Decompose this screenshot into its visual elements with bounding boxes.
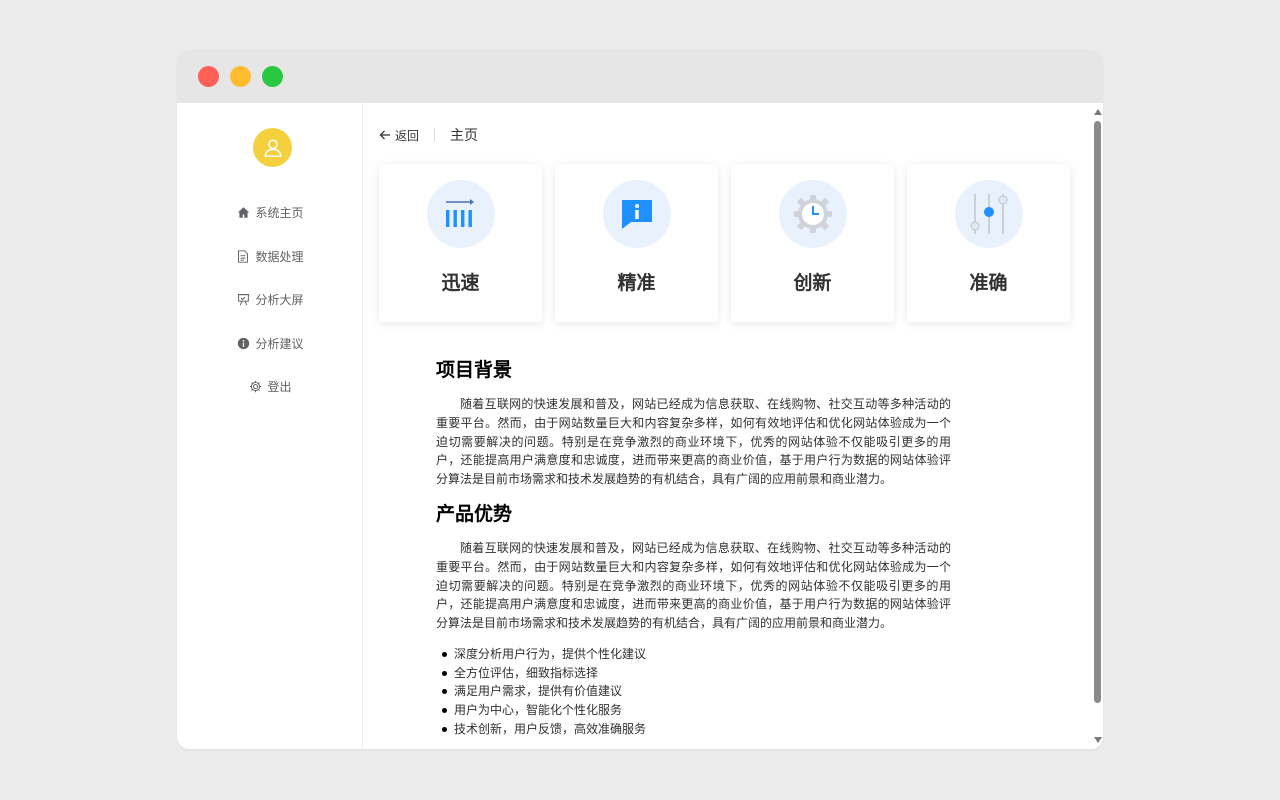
back-button[interactable]: 返回 [379,127,419,144]
back-label: 返回 [395,128,420,143]
scroll-down-arrow-icon[interactable] [1094,737,1102,743]
title-bar [177,50,1103,103]
maximize-window-button[interactable] [262,66,283,87]
feature-card-precision[interactable]: 精准 [555,164,718,322]
app-window: 系统主页 数据处理 分析大屏 分析建议 登出 返回 主页 迅速 精准 创新 准确… [177,50,1103,749]
main-content: 返回 主页 迅速 精准 创新 准确 项目背景 随着互联网的快速发展和普及，网站已… [364,103,1092,749]
section-heading-background: 项目背景 [436,359,513,381]
clock-gear-icon [778,180,847,248]
arrow-left-icon [379,130,390,140]
section-paragraph-background: 随着互联网的快速发展和普及，网站已经成为信息获取、在线购物、社交互动等多种活动的… [436,397,951,487]
section-paragraph-advantages: 随着互联网的快速发展和普及，网站已经成为信息获取、在线购物、社交互动等多种活动的… [436,540,951,631]
sidebar-item-suggestions[interactable]: 分析建议 [177,322,363,366]
feature-card-innovation[interactable]: 创新 [731,164,894,322]
feature-card-label: 迅速 [441,272,480,294]
list-item: 全方位评估，细致指标选择 [442,664,951,683]
feature-card-speed[interactable]: 迅速 [379,164,542,322]
close-window-button[interactable] [198,66,219,87]
sidebar-item-logout[interactable]: 登出 [177,365,363,409]
breadcrumb-divider [434,128,436,142]
sliders-icon [954,180,1023,248]
presentation-icon [236,293,250,307]
list-item: 用户为中心，智能化个性化服务 [442,701,951,720]
document-icon [236,249,250,263]
sidebar-item-dashboard[interactable]: 分析大屏 [177,278,363,322]
sidebar-item-label: 分析建议 [255,336,304,351]
user-icon [263,138,282,157]
sidebar-item-data-processing[interactable]: 数据处理 [177,235,363,279]
sidebar-item-label: 数据处理 [255,249,304,264]
feature-card-accuracy[interactable]: 准确 [907,164,1070,322]
list-item: 深度分析用户行为，提供个性化建议 [442,645,951,664]
minimize-window-button[interactable] [230,66,251,87]
section-heading-advantages: 产品优势 [436,502,513,525]
sidebar-menu: 系统主页 数据处理 分析大屏 分析建议 登出 [177,191,363,409]
avatar[interactable] [253,128,292,167]
article: 项目背景 随着互联网的快速发展和普及，网站已经成为信息获取、在线购物、社交互动等… [436,357,951,738]
feature-card-label: 准确 [969,272,1008,294]
info-icon [236,336,250,350]
feature-card-label: 创新 [793,272,832,294]
sidebar-item-label: 登出 [267,380,292,395]
sidebar-item-label: 分析大屏 [255,293,304,308]
page-title: 主页 [450,128,479,144]
vertical-scrollbar[interactable] [1092,103,1103,749]
scrollbar-thumb[interactable] [1094,121,1101,703]
feature-cards: 迅速 精准 创新 准确 [379,164,1070,322]
scroll-up-arrow-icon[interactable] [1094,109,1102,115]
breadcrumb: 返回 主页 [379,125,478,145]
sidebar: 系统主页 数据处理 分析大屏 分析建议 登出 [177,103,363,749]
list-item: 满足用户需求，提供有价值建议 [442,682,951,701]
sidebar-item-label: 系统主页 [255,206,304,221]
info-chat-icon [602,180,671,248]
feature-card-label: 精准 [617,272,656,294]
bar-chart-arrow-icon [426,180,495,248]
gear-icon [248,380,262,394]
list-item: 技术创新，用户反馈，高效准确服务 [442,720,951,739]
home-icon [236,206,250,220]
advantages-list: 深度分析用户行为，提供个性化建议 全方位评估，细致指标选择 满足用户需求，提供有… [436,645,951,739]
sidebar-item-home[interactable]: 系统主页 [177,191,363,235]
